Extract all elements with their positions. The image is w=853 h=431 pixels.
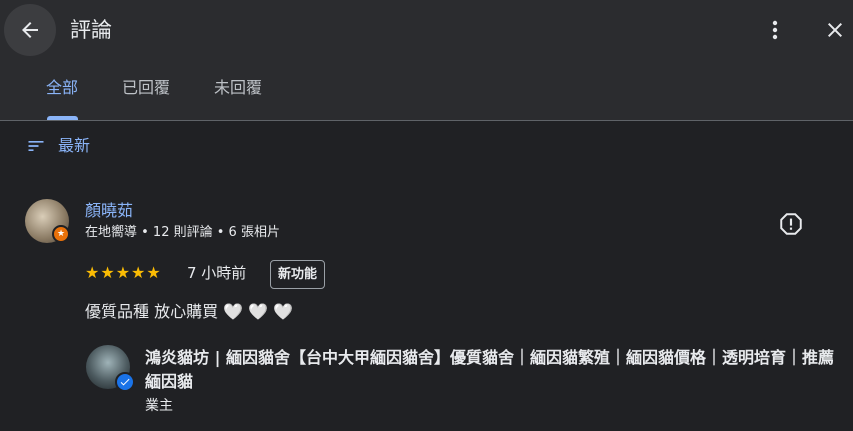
close-button[interactable] — [815, 10, 853, 50]
reviewer-meta: 在地嚮導 • 12 則評論 • 6 張相片 — [85, 225, 280, 240]
tab-unreplied[interactable]: 未回覆 — [214, 76, 262, 100]
review-body: 優質品種 放心購買 — [85, 302, 219, 321]
tab-all[interactable]: 全部 — [46, 76, 78, 100]
more-options-button[interactable] — [758, 10, 792, 50]
report-review-button[interactable] — [776, 209, 806, 239]
arrow-left-icon — [22, 22, 38, 38]
divider — [0, 120, 853, 121]
top-bar: 評論 全部 已回覆 未回覆 — [0, 0, 853, 120]
local-guide-badge-icon: ★ — [52, 225, 70, 243]
owner-role: 業主 — [145, 398, 173, 414]
page-title: 評論 — [70, 18, 112, 42]
sort-label: 最新 — [58, 136, 91, 155]
new-feature-badge: 新功能 — [270, 260, 326, 289]
sort-button[interactable]: 最新 — [26, 134, 90, 158]
owner-name: 鴻炎貓坊 | 緬因貓舍【台中大甲緬因貓舍】優質貓舍｜緬因貓繁殖｜緬因貓價格｜透明… — [145, 348, 834, 391]
verified-check-icon — [115, 372, 135, 392]
rating-stars: ★★★★★ — [85, 263, 162, 282]
review-time: 7 小時前 — [187, 264, 247, 282]
review-text: 優質品種 放心購買 🤍 🤍 🤍 — [85, 300, 293, 324]
heart-emojis: 🤍 🤍 🤍 — [223, 302, 294, 321]
reviewer-name[interactable]: 顏曉茹 — [85, 200, 133, 222]
back-button[interactable] — [4, 4, 56, 56]
more-vert-icon — [772, 20, 778, 40]
close-icon — [828, 23, 842, 37]
sort-icon — [28, 141, 44, 151]
report-icon — [780, 213, 802, 235]
tab-replied[interactable]: 已回覆 — [122, 76, 170, 100]
